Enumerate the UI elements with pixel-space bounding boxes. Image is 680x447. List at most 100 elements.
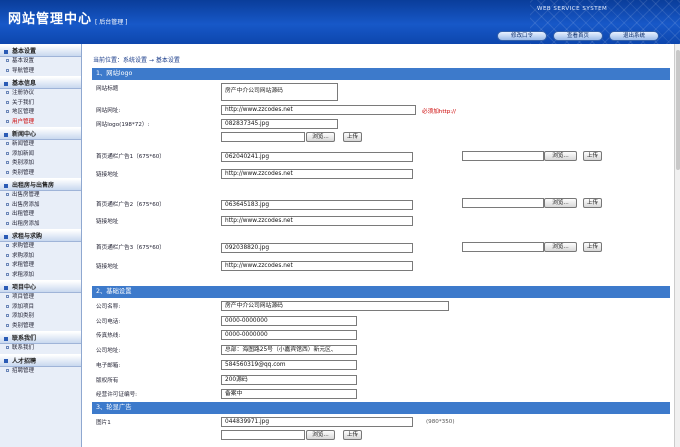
sidebar: 基本设置 基本设置 导航管理 基本信息 注册协议 关于我们 地区管理 用户管理 新闻中心 新闻管理… — [0, 44, 82, 447]
sidebar-item[interactable]: 出售房管理 — [0, 191, 81, 201]
sidebar-item[interactable]: 添加新闻 — [0, 150, 81, 160]
company-name-input[interactable]: 房产中介公司网站源码 — [221, 301, 449, 311]
logo-upload-button[interactable]: 上传 — [343, 132, 362, 142]
pic1-upload-button[interactable]: 上传 — [343, 430, 362, 440]
sidebar-item[interactable]: 类别管理 — [0, 169, 81, 179]
ad1-file-input[interactable] — [462, 151, 544, 161]
sidebar-item[interactable]: 类别管理 — [0, 322, 81, 332]
sidebar-item[interactable]: 地区管理 — [0, 108, 81, 118]
sidebar-item[interactable]: 新闻管理 — [0, 140, 81, 150]
sidebar-item-label: 联系我们 — [12, 345, 35, 351]
sidebar-item[interactable]: 招聘管理 — [0, 367, 81, 377]
sidebar-item-label: 项目管理 — [12, 294, 35, 300]
sidebar-group-header[interactable]: 项目中心 — [0, 280, 81, 293]
item-square-icon — [6, 170, 9, 174]
sidebar-group-header[interactable]: 联系我们 — [0, 331, 81, 344]
sidebar-item[interactable]: 求租添加 — [0, 271, 81, 281]
address-input[interactable]: 总部：海图路25号（小嘉宾馆西）新元区、 — [221, 345, 357, 355]
ad2-upload-button[interactable]: 上传 — [583, 198, 602, 208]
ad3-link-input[interactable]: http://www.zzcodes.net — [221, 261, 413, 271]
site-url-input[interactable]: http://www.zzcodes.net — [221, 105, 416, 115]
sidebar-group-header[interactable]: 基本设置 — [0, 44, 81, 57]
sidebar-item[interactable]: 导航管理 — [0, 67, 81, 77]
ad3-browse-button[interactable]: 浏览... — [544, 242, 577, 252]
ad2-browse-button[interactable]: 浏览... — [544, 198, 577, 208]
sidebar-group-title: 人才招聘 — [12, 357, 37, 365]
license-input[interactable]: 备案中 — [221, 389, 357, 399]
sidebar-item[interactable]: 出租房添加 — [0, 220, 81, 230]
ad3-upload-button[interactable]: 上传 — [583, 242, 602, 252]
address-row: 公司地址: 总部：海图路25号（小嘉宾馆西）新元区、 — [92, 344, 670, 356]
ad1-label: 首页通栏广告1（675*60） — [96, 154, 165, 160]
ad1-filename-input[interactable]: 062040241.jpg — [221, 152, 413, 162]
ad2-filename-input[interactable]: 063645183.jpg — [221, 200, 413, 210]
section-ads-header: 3、轮显广告 — [92, 402, 670, 414]
sidebar-group-header[interactable]: 求租与求购 — [0, 229, 81, 242]
site-url-row: 网站网址: http://www.zzcodes.net 必须加http:// — [92, 104, 670, 116]
sidebar-item[interactable]: 出售房添加 — [0, 201, 81, 211]
item-square-icon — [6, 193, 9, 196]
scrollbar[interactable] — [674, 44, 680, 447]
ad2-file-input[interactable] — [462, 198, 544, 208]
sidebar-group-header[interactable]: 新闻中心 — [0, 127, 81, 140]
email-label: 电子邮箱: — [96, 363, 121, 369]
sidebar-item-label: 注册协议 — [12, 90, 35, 96]
sidebar-item[interactable]: 关于我们 — [0, 99, 81, 109]
fax-input[interactable]: 0000-0000000 — [221, 330, 357, 340]
logo-filename-input[interactable]: 082837345.jpg — [221, 119, 338, 129]
ad1-upload-button[interactable]: 上传 — [583, 151, 602, 161]
sidebar-group: 联系我们 联系我们 — [0, 331, 81, 354]
item-square-icon — [6, 221, 9, 225]
ad1-browse-button[interactable]: 浏览... — [544, 151, 577, 161]
ad3-filename-input[interactable]: 092038820.jpg — [221, 243, 413, 253]
sidebar-group: 求租与求购 求购管理 求购添加求租管理 求租添加 — [0, 229, 81, 280]
pic1-file-input[interactable] — [221, 430, 305, 440]
item-square-icon — [6, 142, 9, 145]
sidebar-item[interactable]: 用户管理 — [0, 118, 81, 128]
logout-button[interactable]: 退出系统 — [609, 31, 659, 41]
sidebar-item[interactable]: 添加项目 — [0, 303, 81, 313]
sidebar-group-title: 联系我们 — [12, 335, 37, 342]
sidebar-item[interactable]: 基本设置 — [0, 57, 81, 67]
pic1-upload-row: 浏览... 上传 — [92, 429, 670, 441]
email-input[interactable]: 584560319@qq.com — [221, 360, 357, 370]
change-password-button[interactable]: 修改口令 — [497, 31, 547, 41]
copyright-input[interactable]: 200源码 — [221, 375, 357, 385]
phone-row: 公司电话: 0000-0000000 — [92, 315, 670, 327]
ad2-link-label: 链接地址 — [96, 219, 119, 225]
sidebar-item[interactable]: 类别添加 — [0, 159, 81, 169]
scrollbar-thumb[interactable] — [676, 50, 680, 170]
sidebar-item-label: 关于我们 — [12, 99, 35, 106]
sidebar-item[interactable]: 联系我们 — [0, 344, 81, 354]
site-title-input[interactable]: 房产中介公司网站源码 — [221, 83, 338, 101]
phone-input[interactable]: 0000-0000000 — [221, 316, 357, 326]
sidebar-group-header[interactable]: 人才招聘 — [0, 353, 81, 367]
ad2-link-row: 链接地址 http://www.zzcodes.net — [92, 215, 670, 227]
sidebar-item[interactable]: 求购管理 — [0, 242, 81, 252]
sidebar-item-label: 求租添加 — [12, 271, 35, 278]
sidebar-group-header[interactable]: 基本信息 — [0, 76, 81, 89]
logo-browse-button[interactable]: 浏览... — [306, 132, 335, 142]
ad3-file-input[interactable] — [462, 242, 544, 252]
sidebar-item[interactable]: 出租管理 — [0, 210, 81, 220]
sidebar-item[interactable]: 求租管理 — [0, 261, 81, 271]
logo-label: 网站logo(198*72）: — [96, 122, 150, 128]
sidebar-item[interactable]: 求购添加 — [0, 252, 81, 262]
view-home-button[interactable]: 查看首页 — [553, 31, 603, 41]
phone-label: 公司电话: — [96, 319, 121, 325]
sidebar-item[interactable]: 添加类别 — [0, 312, 81, 322]
sidebar-item-label: 地区管理 — [12, 109, 35, 115]
ad2-link-input[interactable]: http://www.zzcodes.net — [221, 216, 413, 226]
pic1-filename-input[interactable]: 044839971.jpg — [221, 417, 413, 427]
pic1-row: 图片1 044839971.jpg (980*350) — [92, 416, 670, 428]
sidebar-item-label: 出售房管理 — [12, 192, 40, 198]
pic1-browse-button[interactable]: 浏览... — [306, 430, 335, 440]
sidebar-item[interactable]: 注册协议 — [0, 89, 81, 99]
sidebar-group-header[interactable]: 出租房与出售房 — [0, 178, 81, 191]
ad1-link-input[interactable]: http://www.zzcodes.net — [221, 169, 413, 179]
sidebar-item-label: 招聘管理 — [12, 367, 35, 374]
sidebar-item-label: 求购添加 — [12, 252, 35, 259]
sidebar-item[interactable]: 项目管理 — [0, 293, 81, 303]
logo-file-input[interactable] — [221, 132, 305, 142]
sidebar-item-label: 类别添加 — [12, 160, 35, 166]
